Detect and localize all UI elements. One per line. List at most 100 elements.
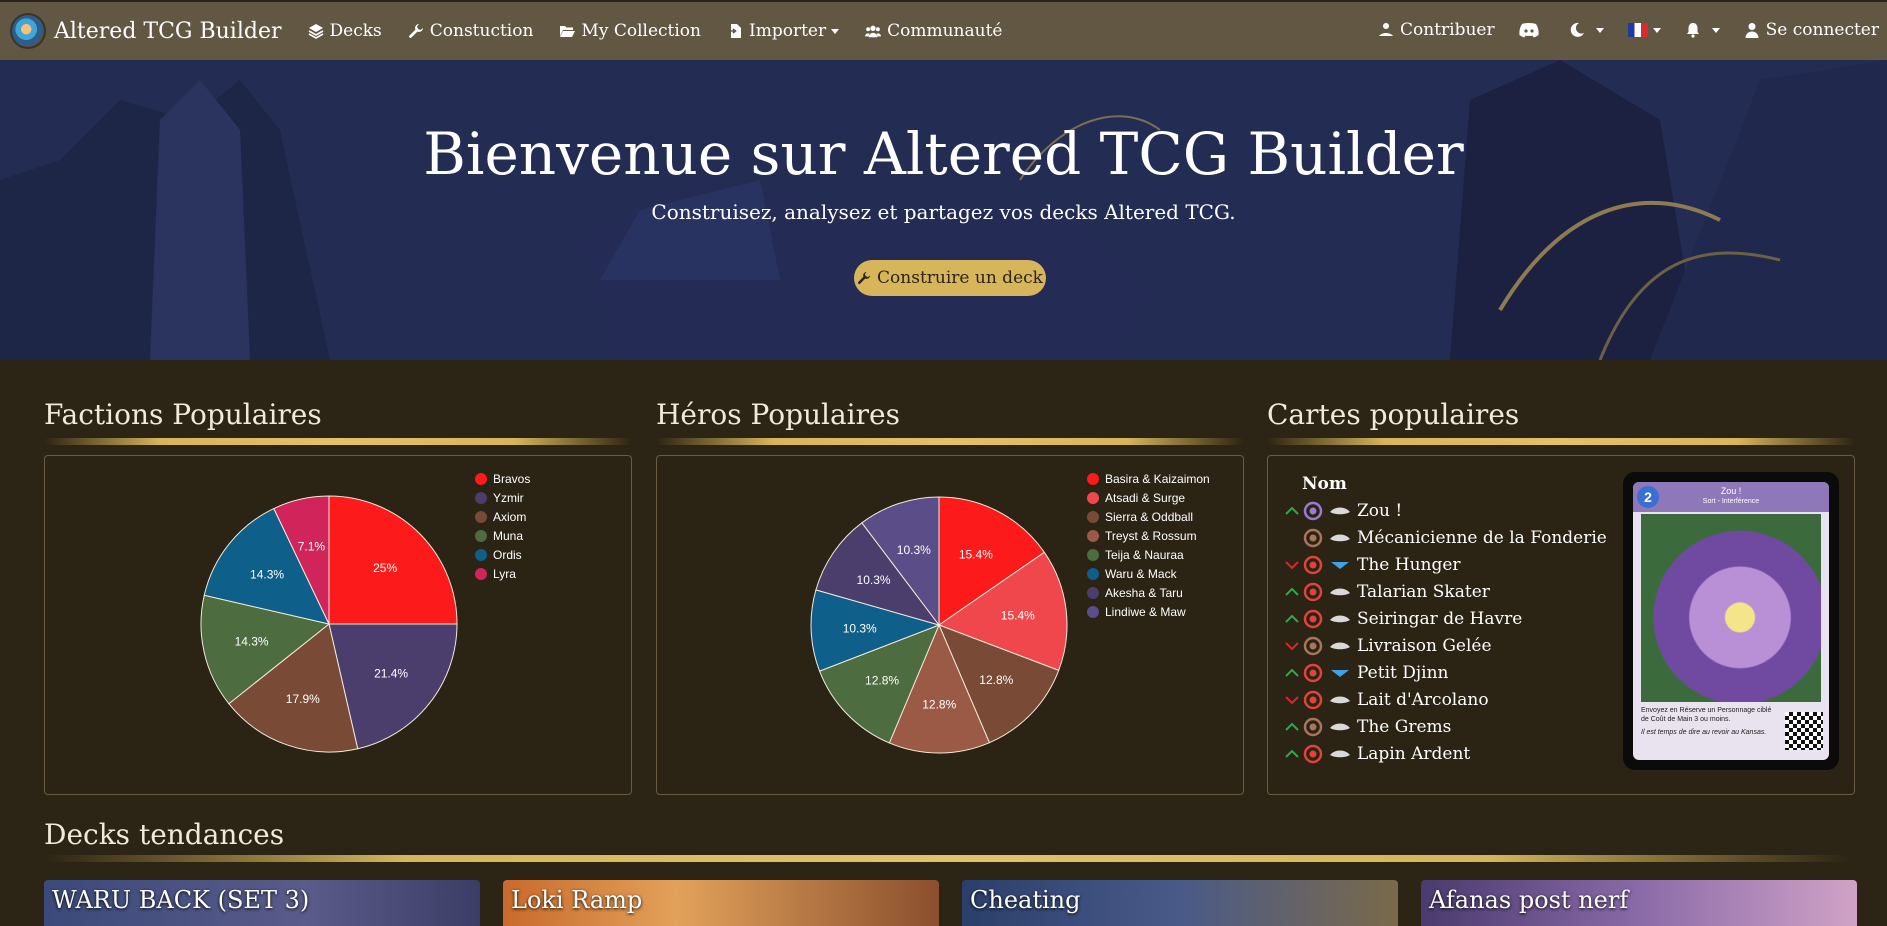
nav-login[interactable]: Se connecter: [1744, 20, 1879, 40]
nav-construction[interactable]: Constuction: [408, 21, 534, 41]
nav-construction-label: Constuction: [429, 21, 534, 41]
legend-swatch: [1087, 529, 1099, 542]
legend-item[interactable]: Axiom: [475, 507, 530, 526]
pie-slice-label: 14.3%: [250, 567, 284, 581]
pie-slice-label: 12.8%: [865, 673, 899, 687]
card-row[interactable]: The Hunger: [1285, 551, 1461, 578]
card-row[interactable]: Lait d'Arcolano: [1285, 686, 1489, 713]
factions-title-underline: [44, 438, 632, 445]
nav-importer-label: Importer: [749, 21, 827, 41]
deck-title: WARU BACK (SET 3): [52, 886, 310, 914]
card-row[interactable]: Livraison Gelée: [1285, 632, 1492, 659]
card-name: Petit Djinn: [1357, 662, 1449, 683]
card-row[interactable]: Seiringar de Havre: [1285, 605, 1522, 632]
nav-importer-dropdown[interactable]: Importer: [727, 21, 840, 41]
card-name: Lait d'Arcolano: [1357, 689, 1489, 710]
legend-swatch: [1087, 586, 1099, 599]
chevron-down-icon: [831, 28, 840, 34]
legend-item[interactable]: Treyst & Rossum: [1087, 526, 1210, 545]
legend-item[interactable]: Yzmir: [475, 488, 530, 507]
legend-item[interactable]: Teija & Nauraa: [1087, 545, 1210, 564]
common-rarity-icon: [1330, 534, 1350, 541]
nav-decks[interactable]: Decks: [308, 21, 382, 41]
nav-communaute[interactable]: Communauté: [865, 21, 1002, 41]
legend-swatch: [475, 510, 487, 523]
legend-item[interactable]: Atsadi & Surge: [1087, 488, 1210, 507]
decks-title-underline: [44, 855, 1850, 862]
legend-swatch: [475, 548, 487, 561]
card-row[interactable]: Petit Djinn: [1285, 659, 1448, 686]
bell-icon: [1686, 23, 1699, 38]
trend-down-icon: [1285, 641, 1299, 650]
card-row[interactable]: The Grems: [1285, 713, 1451, 740]
legend-item[interactable]: Ordis: [475, 545, 530, 564]
deck-card[interactable]: Loki Ramp: [503, 880, 939, 926]
legend-item[interactable]: Waru & Mack: [1087, 564, 1210, 583]
axiom-faction-icon: [1303, 717, 1323, 736]
pie-slice-label: 10.3%: [857, 573, 891, 587]
cards-title-underline: [1267, 438, 1855, 445]
bravos-faction-icon: [1303, 555, 1323, 574]
legend-swatch: [475, 529, 487, 542]
legend-label: Akesha & Taru: [1105, 585, 1183, 600]
wrench-icon: [408, 24, 423, 38]
nav-discord[interactable]: [1518, 22, 1545, 38]
factions-pie-chart: 25% 21.4% 17.9% 14.3% 14.3% 7.1%: [200, 495, 458, 753]
card-preview: Zou ! Sort - Interférence 2 Envoyez en R…: [1623, 472, 1839, 770]
hero-subtitle: Construisez, analysez et partagez vos de…: [651, 200, 1236, 224]
navbar-right: Contribuer Se connecter: [1354, 2, 1887, 58]
cards-title: Cartes populaires: [1267, 398, 1520, 431]
card-preview-effect: Envoyez en Réserve un Personnage ciblé d…: [1641, 707, 1772, 723]
legend-label: Lyra: [493, 566, 516, 581]
notifications-dropdown[interactable]: [1685, 22, 1720, 38]
build-deck-button[interactable]: Construire un deck: [854, 260, 1046, 296]
brand-link[interactable]: Altered TCG Builder: [10, 13, 282, 49]
layers-icon: [308, 24, 323, 39]
legend-item[interactable]: Lindiwe & Maw: [1087, 602, 1210, 621]
trend-none-icon: [1285, 533, 1299, 543]
navbar: Altered TCG Builder Decks Constuction My…: [0, 0, 1887, 60]
nav-my-collection-label: My Collection: [581, 21, 701, 41]
deck-title: Loki Ramp: [511, 886, 643, 914]
card-row[interactable]: Mécanicienne de la Fonderie: [1285, 524, 1607, 551]
heroes-title: Héros Populaires: [656, 398, 900, 431]
lyra-faction-icon: [1303, 501, 1323, 520]
pie-slice-label: 10.3%: [843, 622, 877, 636]
nav-my-collection[interactable]: My Collection: [559, 21, 701, 41]
card-preview-name: Zou !: [1720, 486, 1742, 496]
users-icon: [865, 25, 882, 38]
deck-card[interactable]: WARU BACK (SET 3): [44, 880, 480, 926]
pie-slice-label: 17.9%: [286, 692, 320, 706]
language-dropdown[interactable]: [1627, 23, 1661, 37]
factions-chart-panel: 25% 21.4% 17.9% 14.3% 14.3% 7.1% Bravos Yzmir A…: [44, 455, 632, 795]
legend-item[interactable]: Sierra & Oddball: [1087, 507, 1210, 526]
deck-title: Afanas post nerf: [1429, 886, 1629, 914]
common-rarity-icon: [1330, 588, 1350, 595]
deck-card[interactable]: Afanas post nerf: [1421, 880, 1857, 926]
legend-swatch: [475, 567, 487, 580]
legend-swatch: [1087, 567, 1099, 580]
legend-swatch: [1087, 510, 1099, 523]
card-row[interactable]: Lapin Ardent: [1285, 740, 1470, 767]
nav-contribuer[interactable]: Contribuer: [1378, 20, 1495, 40]
deck-card[interactable]: Cheating: [962, 880, 1398, 926]
theme-toggle-dropdown[interactable]: [1569, 22, 1604, 38]
legend-label: Axiom: [493, 509, 527, 524]
card-row[interactable]: Talarian Skater: [1285, 578, 1490, 605]
legend-label: Sierra & Oddball: [1105, 509, 1194, 524]
legend-item[interactable]: Bravos: [475, 469, 530, 488]
trend-up-icon: [1285, 668, 1299, 677]
factions-legend: Bravos Yzmir Axiom Muna Ordis Lyra: [475, 469, 530, 583]
card-row[interactable]: Zou !: [1285, 497, 1402, 524]
legend-item[interactable]: Akesha & Taru: [1087, 583, 1210, 602]
legend-item[interactable]: Lyra: [475, 564, 530, 583]
pie-slice-label: 21.4%: [374, 666, 408, 680]
nav-contribuer-label: Contribuer: [1400, 20, 1495, 40]
legend-label: Atsadi & Surge: [1105, 490, 1186, 505]
legend-item[interactable]: Muna: [475, 526, 530, 545]
bravos-faction-icon: [1303, 663, 1323, 682]
pie-slice-label: 15.4%: [959, 548, 993, 562]
card-preview-text: Envoyez en Réserve un Personnage ciblé d…: [1641, 706, 1781, 737]
legend-item[interactable]: Basira & Kaizaimon: [1087, 469, 1210, 488]
user-icon: [1745, 23, 1759, 38]
